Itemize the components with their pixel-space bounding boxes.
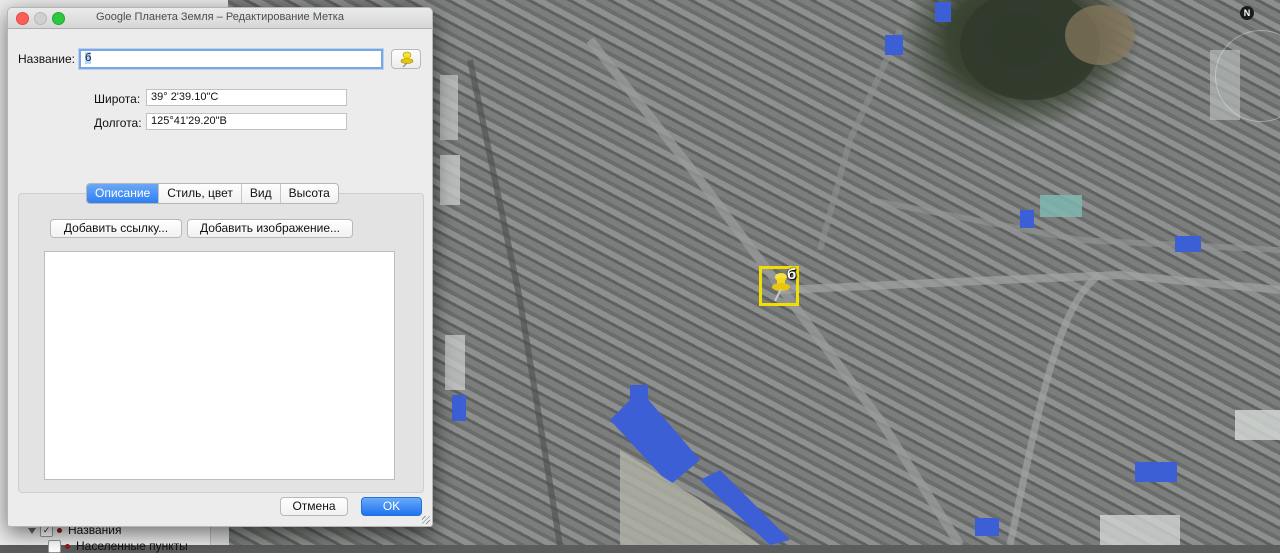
layer-dot-icon (65, 544, 70, 550)
disclosure-triangle-icon[interactable] (28, 527, 36, 534)
cancel-button[interactable]: Отмена (280, 497, 348, 516)
edit-placemark-dialog: Google Планета Земля – Редактирование Ме… (7, 7, 433, 527)
tab-bar: Описание Стиль, цвет Вид Высота (86, 183, 339, 204)
description-textarea[interactable] (44, 251, 395, 480)
yellow-pushpin-icon (400, 51, 414, 68)
longitude-input[interactable]: 125°41'29.20"В (146, 113, 347, 130)
checkbox-icon[interactable] (48, 540, 61, 553)
name-label: Название: (18, 52, 75, 66)
resize-grip-icon[interactable] (422, 516, 430, 524)
tab-description[interactable]: Описание (87, 184, 160, 203)
places-item-label: Населенные пункты (76, 539, 188, 553)
ok-button[interactable]: OK (361, 497, 422, 516)
tab-altitude[interactable]: Высота (281, 184, 338, 203)
name-input[interactable]: б (79, 49, 383, 69)
latitude-input[interactable]: 39° 2'39.10"С (146, 89, 347, 106)
name-input-value: б (85, 52, 92, 64)
title-bar[interactable]: Google Планета Земля – Редактирование Ме… (8, 8, 432, 29)
window-title: Google Планета Земля – Редактирование Ме… (96, 11, 344, 23)
latitude-label: Широта: (94, 92, 141, 106)
placemark-icon-button[interactable] (391, 49, 421, 69)
add-link-button[interactable]: Добавить ссылку... (50, 219, 182, 238)
places-item-settlements[interactable]: Населенные пункты (48, 539, 188, 553)
placemark-label: б (787, 266, 797, 283)
add-image-button[interactable]: Добавить изображение... (187, 219, 353, 238)
compass-north-icon[interactable]: N (1240, 6, 1254, 20)
layer-dot-icon (57, 528, 62, 534)
longitude-label: Долгота: (94, 116, 142, 130)
tab-style-color[interactable]: Стиль, цвет (159, 184, 242, 203)
tab-view[interactable]: Вид (242, 184, 281, 203)
